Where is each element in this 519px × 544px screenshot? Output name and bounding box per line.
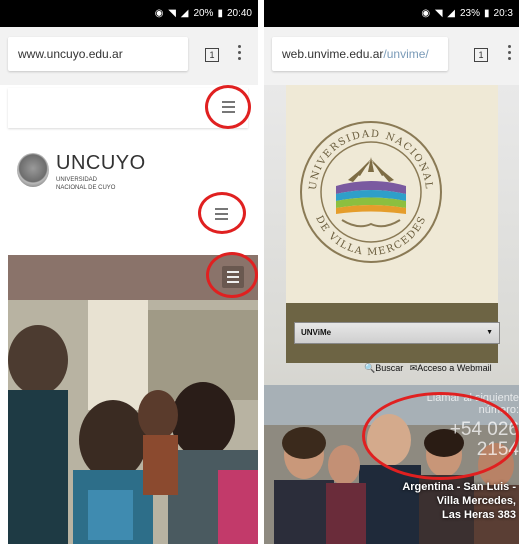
tab-switcher-button[interactable]: 1 bbox=[205, 48, 219, 62]
status-bar: ◉ ◥ ◢ 23% ▮ 20:3 bbox=[264, 0, 519, 27]
highlight-ring bbox=[198, 192, 246, 234]
highlight-ring bbox=[205, 85, 251, 129]
left-phone-screen: ◉ ◥ ◢ 20% ▮ 20:40 www.uncuyo.edu.ar 1 UN… bbox=[0, 0, 258, 544]
search-link[interactable]: Buscar bbox=[375, 363, 403, 373]
address-bar-url: www.uncuyo.edu.ar bbox=[18, 47, 123, 61]
browser-toolbar: www.uncuyo.edu.ar 1 bbox=[0, 27, 258, 85]
students-hero-photo bbox=[8, 300, 258, 544]
battery-level: 23% bbox=[460, 8, 481, 19]
address-line3: Las Heras 383 bbox=[442, 509, 516, 521]
signal-icons: ◉ ◥ ◢ bbox=[154, 8, 190, 19]
logo-subtitle-line2: NACIONAL DE CUYO bbox=[56, 185, 116, 191]
battery-icon: ▮ bbox=[484, 8, 490, 19]
university-crest-logo: UNIVERSIDAD NACIONAL DE VILLA MERCEDES bbox=[300, 121, 442, 263]
dropdown-value: UNViMe bbox=[301, 328, 332, 337]
address-bar-path: /unvime/ bbox=[383, 47, 429, 61]
students-photo-illustration bbox=[8, 300, 258, 544]
university-seal-logo bbox=[17, 153, 49, 187]
signal-icons: ◉ ◥ ◢ bbox=[421, 8, 456, 19]
address-text: Argentina - San Luis - Villa Mercedes, L… bbox=[364, 480, 516, 522]
webmail-link[interactable]: Acceso a Webmail bbox=[417, 363, 491, 373]
search-icon: 🔍 bbox=[364, 363, 376, 373]
dropdown-arrow-icon: ▼ bbox=[486, 329, 493, 336]
status-time: 20:40 bbox=[226, 8, 252, 19]
address-line1: Argentina - San Luis - bbox=[402, 481, 516, 493]
browser-menu-button[interactable] bbox=[508, 45, 512, 63]
browser-menu-button[interactable] bbox=[238, 45, 242, 63]
status-time: 20:3 bbox=[493, 8, 513, 19]
logo-title: UNCUYO bbox=[56, 152, 146, 174]
browser-toolbar: web.unvime.edu.ar/unvime/ 1 bbox=[264, 27, 519, 85]
logo-subtitle-line1: UNIVERSIDAD bbox=[56, 177, 98, 183]
status-bar: ◉ ◥ ◢ 20% ▮ 20:40 bbox=[0, 0, 258, 27]
site-selector-dropdown[interactable]: UNViMe ▼ bbox=[294, 322, 500, 344]
right-phone-screen: ◉ ◥ ◢ 23% ▮ 20:3 web.unvime.edu.ar/unvim… bbox=[264, 0, 519, 544]
battery-icon: ▮ bbox=[217, 8, 223, 19]
address-bar[interactable]: web.unvime.edu.ar/unvime/ bbox=[272, 37, 448, 71]
address-line2: Villa Mercedes, bbox=[436, 495, 516, 507]
battery-level: 20% bbox=[193, 8, 214, 19]
logo-subtitle: UNIVERSIDAD NACIONAL DE CUYO bbox=[56, 176, 115, 192]
highlight-ring bbox=[206, 252, 258, 298]
header-links: 🔍Buscar ✉Acceso a Webmail bbox=[364, 363, 492, 374]
highlight-ring bbox=[362, 392, 519, 480]
tab-switcher-button[interactable]: 1 bbox=[474, 48, 488, 62]
address-bar-domain: web.unvime.edu.ar bbox=[282, 47, 384, 61]
address-bar[interactable]: www.uncuyo.edu.ar bbox=[8, 37, 188, 71]
